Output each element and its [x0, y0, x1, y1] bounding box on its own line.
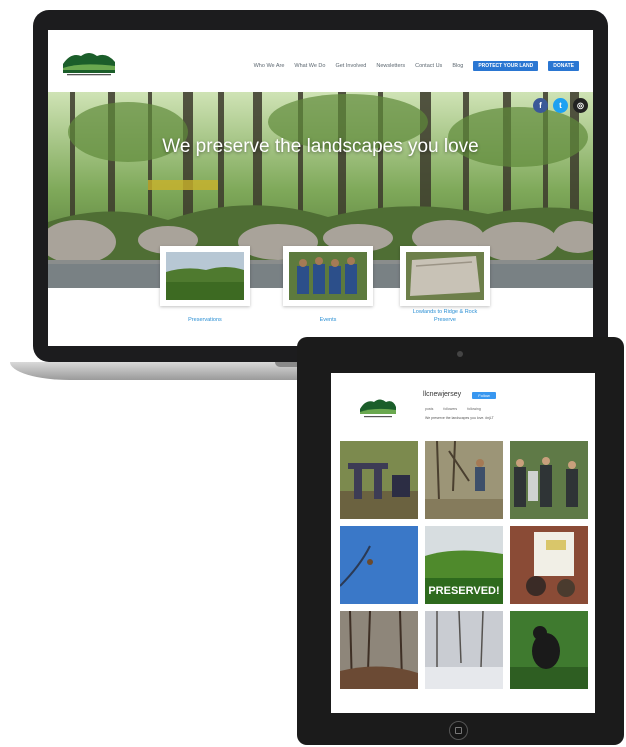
twitter-icon[interactable]: t [553, 98, 568, 113]
card-lowlands-preserve[interactable] [400, 246, 490, 306]
nav-newsletters[interactable]: Newsletters [376, 63, 405, 69]
tablet-home-button[interactable] [449, 721, 468, 740]
stat-followers: followers [443, 407, 458, 411]
photo-presentation[interactable] [510, 526, 588, 604]
photo-bird-sky[interactable] [340, 526, 418, 604]
photo-preserved-field[interactable]: PRESERVED! [425, 526, 503, 604]
instagram-icon[interactable]: ◎ [573, 98, 588, 113]
main-nav: Who We Are What We Do Get Involved Newsl… [254, 61, 579, 71]
photo-stone-bench[interactable] [340, 441, 418, 519]
profile-stats: posts followers following [425, 407, 481, 411]
nav-get-involved[interactable]: Get Involved [335, 63, 366, 69]
tablet-camera [457, 351, 463, 357]
stat-following: following [467, 407, 481, 411]
site-header: Who We Are What We Do Get Involved Newsl… [48, 30, 593, 92]
events-link[interactable]: Events [283, 316, 373, 324]
photo-snowy-woods[interactable] [425, 611, 503, 689]
preservations-link[interactable]: Preservations [160, 316, 250, 324]
nav-who-we-are[interactable]: Who We Are [254, 63, 285, 69]
profile-username: llcnewjersey [423, 391, 462, 398]
nav-contact-us[interactable]: Contact Us [415, 63, 442, 69]
nav-blog[interactable]: Blog [452, 63, 463, 69]
profile-avatar-logo[interactable] [358, 395, 398, 421]
tablet-screen: llcnewjersey Follow posts followers foll… [331, 373, 595, 713]
follow-button[interactable]: Follow [472, 392, 496, 399]
card-events[interactable] [283, 246, 373, 306]
photo-group-meeting[interactable] [510, 441, 588, 519]
photo-grid: PRESERVED! [340, 441, 588, 691]
photo-gorilla-statue[interactable] [510, 611, 588, 689]
lowlands-photo [406, 252, 484, 300]
hero-title: We preserve the landscapes you love [162, 136, 479, 157]
laptop-screen: Who We Are What We Do Get Involved Newsl… [48, 30, 593, 346]
events-photo [289, 252, 367, 300]
preservations-photo [166, 252, 244, 300]
donate-button[interactable]: DONATE [548, 61, 579, 71]
lowlands-link-line1: Lowlands to Ridge & Rock [412, 309, 478, 315]
preserved-text: PRESERVED! [428, 585, 499, 597]
card-preservations[interactable] [160, 246, 250, 306]
protect-your-land-button[interactable]: PROTECT YOUR LAND [473, 61, 539, 71]
lowlands-link-line2: Preserve [433, 317, 456, 323]
profile-bio: We preserve the landscapes you love. #nj… [425, 416, 494, 420]
lowlands-link[interactable]: Lowlands to Ridge & Rock Preserve [392, 308, 498, 324]
site-logo[interactable] [61, 48, 117, 78]
stat-posts: posts [425, 407, 434, 411]
photo-tree-planting[interactable] [425, 441, 503, 519]
facebook-icon[interactable]: f [533, 98, 548, 113]
nav-what-we-do[interactable]: What We Do [294, 63, 325, 69]
photo-forest-path[interactable] [340, 611, 418, 689]
